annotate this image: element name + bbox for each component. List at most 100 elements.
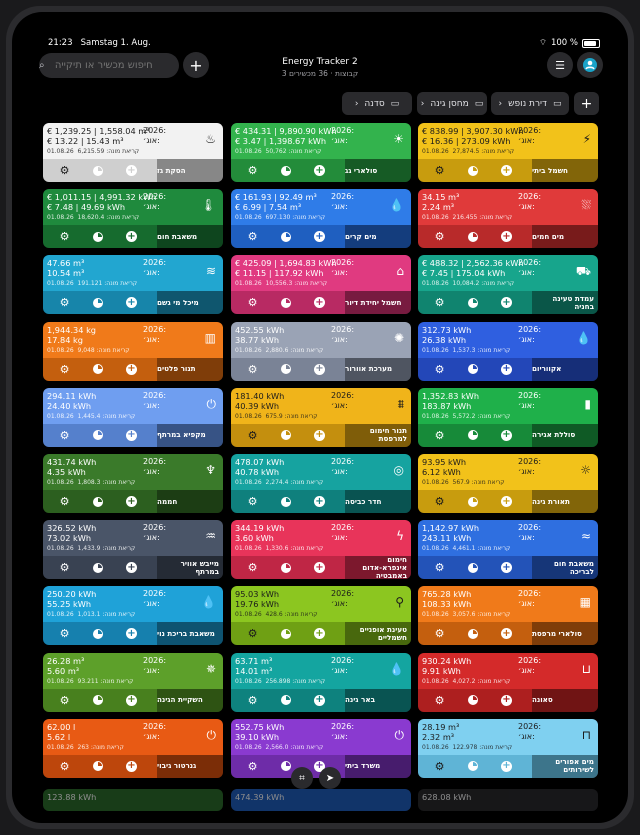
statistics-button[interactable] bbox=[90, 759, 105, 774]
add-reading-button[interactable]: + bbox=[124, 693, 139, 708]
card-summary[interactable]: 552.75 kWh 39.10 kWh 2026: אוג׳: 01.08.26 קר… bbox=[231, 718, 411, 755]
statistics-button[interactable] bbox=[90, 626, 105, 641]
statistics-button[interactable] bbox=[465, 494, 480, 509]
add-reading-button[interactable]: + bbox=[499, 759, 514, 774]
device-card[interactable]: 26.28 m³ 5.60 m³ 2026: אוג׳: 01.08.26 קריאת … bbox=[43, 652, 223, 712]
settings-button[interactable]: ⚙ bbox=[245, 626, 260, 641]
card-summary[interactable]: 26.28 m³ 5.60 m³ 2026: אוג׳: 01.08.26 קריאת … bbox=[43, 652, 223, 689]
add-reading-button[interactable]: + bbox=[312, 229, 327, 244]
statistics-button[interactable] bbox=[278, 693, 293, 708]
settings-button[interactable]: ⚙ bbox=[432, 362, 447, 377]
settings-button[interactable]: ⚙ bbox=[245, 229, 260, 244]
location-button[interactable]: ➤ bbox=[319, 767, 341, 789]
statistics-button[interactable] bbox=[90, 693, 105, 708]
card-summary[interactable]: € 1,239.25 | 1,558.04 m³ € 13.22 | 15.43 … bbox=[43, 123, 223, 159]
card-summary[interactable]: 294.11 kWh 24.40 kWh 2026: אוג׳: 01.08.26 קר… bbox=[43, 387, 223, 424]
statistics-button[interactable] bbox=[465, 560, 480, 575]
card-summary[interactable]: 312.73 kWh 26.38 kWh 2026: אוג׳: 01.08.26 קר… bbox=[418, 321, 598, 358]
add-reading-button[interactable]: + bbox=[312, 163, 327, 178]
add-reading-button[interactable]: + bbox=[499, 494, 514, 509]
statistics-button[interactable] bbox=[278, 295, 293, 310]
card-summary[interactable]: 34.15 m³ 2.24 m³ 2026: אוג׳: 01.08.26 קריאת … bbox=[418, 189, 598, 226]
card-summary[interactable]: 1,944.34 kg 17.84 kg 2026: אוג׳: 01.08.26 קר… bbox=[43, 321, 223, 358]
device-card[interactable]: 930.24 kWh 9.91 kWh 2026: אוג׳: 01.08.26 קרי… bbox=[418, 652, 598, 712]
settings-button[interactable]: ⚙ bbox=[57, 693, 72, 708]
device-card[interactable]: € 488.32 | 2,562.36 kWh € 7.45 | 175.04 k… bbox=[418, 255, 598, 315]
device-card[interactable]: 312.73 kWh 26.38 kWh 2026: אוג׳: 01.08.26 קר… bbox=[418, 321, 598, 381]
add-reading-button[interactable]: + bbox=[124, 428, 139, 443]
device-card[interactable]: 326.52 kWh 73.02 kWh 2026: אוג׳: 01.08.26 קר… bbox=[43, 520, 223, 580]
card-summary[interactable]: € 838.99 | 3,907.30 kWh € 16.36 | 273.09 … bbox=[418, 123, 598, 159]
settings-button[interactable]: ⚙ bbox=[432, 229, 447, 244]
card-summary[interactable]: 62.00 l 5.62 l 2026: אוג׳: 01.08.26 קריאת מו… bbox=[43, 718, 223, 755]
device-card[interactable]: € 425.09 | 1,694.83 kWh € 11.15 | 117.92 … bbox=[231, 255, 411, 315]
settings-button[interactable]: ⚙ bbox=[245, 295, 260, 310]
statistics-button[interactable] bbox=[465, 428, 480, 443]
statistics-button[interactable] bbox=[465, 626, 480, 641]
settings-button[interactable]: ⚙ bbox=[432, 693, 447, 708]
statistics-button[interactable] bbox=[90, 362, 105, 377]
settings-button[interactable]: ⚙ bbox=[57, 560, 72, 575]
card-summary[interactable]: € 1,011.15 | 4,991.32 kWh € 7.48 | 49.69 … bbox=[43, 189, 223, 226]
device-card[interactable]: 1,352.83 kWh 183.87 kWh 2026: אוג׳: 01.08.26… bbox=[418, 387, 598, 447]
settings-button[interactable]: ⚙ bbox=[57, 428, 72, 443]
card-summary[interactable]: 93.95 kWh 6.12 kWh 2026: אוג׳: 01.08.26 קריא… bbox=[418, 454, 598, 490]
settings-button[interactable]: ⚙ bbox=[245, 362, 260, 377]
add-reading-button[interactable]: + bbox=[312, 295, 327, 310]
scan-button[interactable]: ⌗ bbox=[291, 767, 313, 789]
statistics-button[interactable] bbox=[90, 560, 105, 575]
card-summary[interactable]: 250.20 kWh 55.25 kWh 2026: אוג׳: 01.08.26 קר… bbox=[43, 586, 223, 623]
statistics-button[interactable] bbox=[465, 163, 480, 178]
settings-button[interactable]: ⚙ bbox=[432, 163, 447, 178]
statistics-button[interactable] bbox=[90, 229, 105, 244]
add-reading-button[interactable]: + bbox=[499, 560, 514, 575]
add-reading-button[interactable]: + bbox=[312, 428, 327, 443]
settings-button[interactable]: ⚙ bbox=[57, 759, 72, 774]
add-reading-button[interactable]: + bbox=[499, 229, 514, 244]
statistics-button[interactable] bbox=[465, 295, 480, 310]
settings-button[interactable]: ⚙ bbox=[245, 693, 260, 708]
statistics-button[interactable] bbox=[465, 362, 480, 377]
settings-button[interactable]: ⚙ bbox=[432, 626, 447, 641]
statistics-button[interactable] bbox=[278, 163, 293, 178]
settings-button[interactable]: ⚙ bbox=[432, 494, 447, 509]
add-reading-button[interactable]: + bbox=[499, 362, 514, 377]
settings-button[interactable]: ⚙ bbox=[57, 494, 72, 509]
add-reading-button[interactable]: + bbox=[312, 560, 327, 575]
folder-sadna[interactable]: ▭ סדנה ‹ bbox=[342, 92, 412, 115]
card-summary[interactable]: 47.66 m³ 10.54 m³ 2026: אוג׳: 01.08.26 קריאת… bbox=[43, 255, 223, 292]
statistics-button[interactable] bbox=[90, 428, 105, 443]
device-card[interactable]: 1,944.34 kg 17.84 kg 2026: אוג׳: 01.08.26 קר… bbox=[43, 321, 223, 381]
card-summary[interactable]: € 434.31 | 9,890.90 kWh € 3.47 | 1,398.67… bbox=[231, 123, 411, 159]
device-card[interactable]: € 434.31 | 9,890.90 kWh € 3.47 | 1,398.67… bbox=[231, 123, 411, 182]
statistics-button[interactable] bbox=[90, 163, 105, 178]
statistics-button[interactable] bbox=[278, 362, 293, 377]
settings-button[interactable]: ⚙ bbox=[57, 229, 72, 244]
add-reading-button[interactable]: + bbox=[312, 693, 327, 708]
device-card[interactable]: 34.15 m³ 2.24 m³ 2026: אוג׳: 01.08.26 קריאת … bbox=[418, 189, 598, 249]
card-summary[interactable]: € 488.32 | 2,562.36 kWh € 7.45 | 175.04 k… bbox=[418, 255, 598, 292]
statistics-button[interactable] bbox=[278, 626, 293, 641]
add-reading-button[interactable]: + bbox=[124, 229, 139, 244]
add-reading-button[interactable]: + bbox=[124, 759, 139, 774]
statistics-button[interactable] bbox=[278, 229, 293, 244]
card-summary[interactable]: € 425.09 | 1,694.83 kWh € 11.15 | 117.92 … bbox=[231, 255, 411, 292]
card-summary[interactable]: 28.19 m³ 2.32 m³ 2026: אוג׳: 01.08.26 קריאת … bbox=[418, 718, 598, 755]
card-summary[interactable]: 326.52 kWh 73.02 kWh 2026: אוג׳: 01.08.26 קר… bbox=[43, 520, 223, 557]
settings-button[interactable]: ⚙ bbox=[245, 494, 260, 509]
device-card[interactable]: 47.66 m³ 10.54 m³ 2026: אוג׳: 01.08.26 קריאת… bbox=[43, 255, 223, 315]
device-card[interactable]: € 1,011.15 | 4,991.32 kWh € 7.48 | 49.69 … bbox=[43, 189, 223, 249]
profile-button[interactable] bbox=[577, 52, 603, 78]
device-card[interactable]: 95.03 kWh 19.76 kWh 2026: אוג׳: 01.08.26 קרי… bbox=[231, 586, 411, 646]
add-reading-button[interactable]: + bbox=[499, 163, 514, 178]
statistics-button[interactable] bbox=[90, 494, 105, 509]
card-summary[interactable]: 63.71 m³ 14.01 m³ 2026: אוג׳: 01.08.26 קריאת… bbox=[231, 652, 411, 689]
device-card[interactable]: 181.40 kWh 40.39 kWh 2026: אוג׳: 01.08.26 קר… bbox=[231, 387, 411, 447]
statistics-button[interactable] bbox=[278, 560, 293, 575]
device-card-partial[interactable]: 628.08 kWh bbox=[418, 789, 598, 811]
add-reading-button[interactable]: + bbox=[124, 362, 139, 377]
settings-button[interactable]: ⚙ bbox=[432, 560, 447, 575]
statistics-button[interactable] bbox=[278, 428, 293, 443]
card-summary[interactable]: 478.07 kWh 40.78 kWh 2026: אוג׳: 01.08.26 קר… bbox=[231, 454, 411, 490]
settings-button[interactable]: ⚙ bbox=[432, 759, 447, 774]
